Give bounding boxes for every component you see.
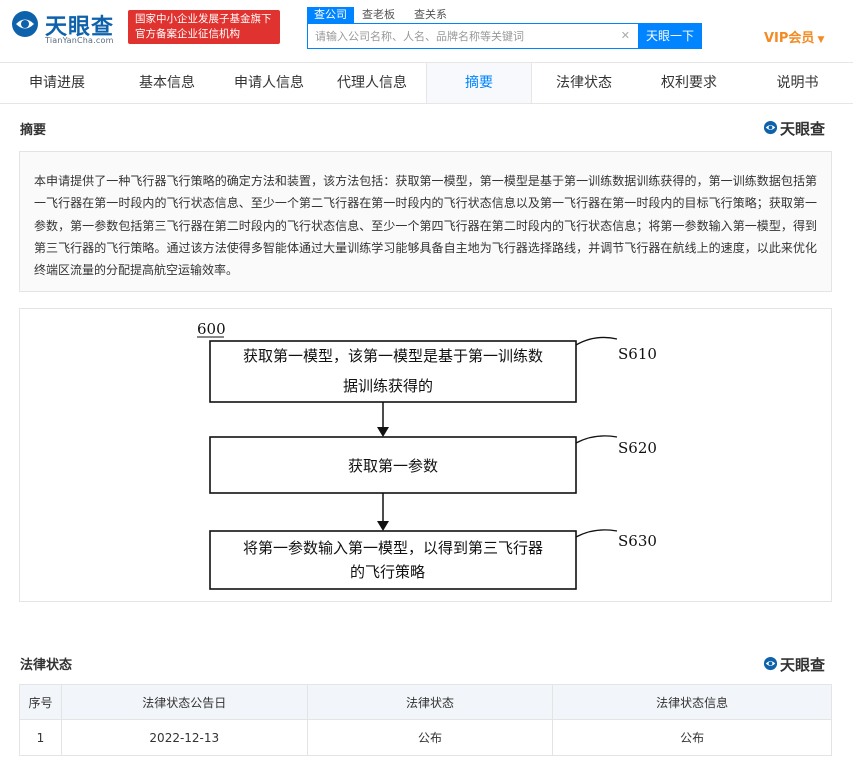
flow-arrowhead-2 <box>377 521 389 531</box>
abstract-text: 本申请提供了一种飞行器飞行策略的确定方法和装置，该方法包括：获取第一模型，第一模… <box>34 174 817 278</box>
watermark-text: 天眼查 <box>780 120 826 138</box>
badge-line-1: 国家中小企业发展子基金旗下 <box>135 13 272 25</box>
vip-member-menu[interactable]: VIP会员 ▼ <box>764 27 824 46</box>
flow-box-s610-line-1: 获取第一模型，该第一模型是基于第一训练数 <box>243 347 543 365</box>
figure-number: 600 <box>197 320 226 338</box>
abstract-box: 本申请提供了一种飞行器飞行策略的确定方法和装置，该方法包括：获取第一模型，第一模… <box>19 151 832 292</box>
leader-line-s610 <box>575 336 618 346</box>
site-logo[interactable]: 天眼查 TianYanCha.com <box>10 7 122 47</box>
official-badge: 国家中小企业发展子基金旗下 官方备案企业征信机构 <box>128 10 280 44</box>
vip-label: VIP会员 <box>764 31 815 46</box>
step-label-s610: S610 <box>618 345 657 363</box>
cell-status: 公布 <box>306 719 554 756</box>
tianyancha-logo-icon <box>763 656 778 671</box>
cell-announce-date: 2022-12-13 <box>60 719 308 756</box>
detail-nav: 申请进展 基本信息 申请人信息 代理人信息 摘要 法律状态 权利要求 说明书 <box>0 62 853 104</box>
search-tab-relation[interactable]: 查关系 <box>414 7 447 23</box>
cell-status-info: 公布 <box>552 719 832 756</box>
logo-eye-icon <box>12 11 38 37</box>
legal-section-title: 法律状态 <box>20 658 73 673</box>
legal-status-table: 序号 法律状态公告日 法律状态 法律状态信息 1 2022-12-13 公布 公… <box>19 684 832 756</box>
tab-applicant-info[interactable]: 申请人信息 <box>220 63 318 103</box>
badge-line-2: 官方备案企业征信机构 <box>135 28 240 40</box>
tab-legal-status[interactable]: 法律状态 <box>532 63 636 103</box>
abstract-watermark: 天眼查 <box>763 118 833 138</box>
flow-box-s630-line-2: 的飞行策略 <box>350 563 425 581</box>
column-header-status-info: 法律状态信息 <box>552 684 832 720</box>
step-label-s620: S620 <box>618 439 657 457</box>
flow-box-s610-line-2: 据训练获得的 <box>343 377 433 395</box>
tab-basic-info[interactable]: 基本信息 <box>114 63 220 103</box>
search-tab-boss[interactable]: 查老板 <box>362 7 395 23</box>
tianyancha-logo-icon <box>763 120 778 135</box>
legal-watermark: 天眼查 <box>763 654 833 674</box>
column-header-index: 序号 <box>19 684 62 720</box>
search-button[interactable]: 天眼一下 <box>638 23 702 49</box>
flow-arrowhead-1 <box>377 427 389 437</box>
clear-icon[interactable]: ✕ <box>621 29 630 42</box>
abstract-section-title: 摘要 <box>20 123 47 138</box>
flow-box-s620-line-1: 获取第一参数 <box>348 457 438 475</box>
tab-description[interactable]: 说明书 <box>742 63 853 103</box>
step-label-s630: S630 <box>618 532 657 550</box>
tab-abstract[interactable]: 摘要 <box>426 63 532 103</box>
cell-index: 1 <box>19 719 62 756</box>
flow-box-s630-line-1: 将第一参数输入第一模型，以得到第三飞行器 <box>243 539 543 557</box>
column-header-status: 法律状态 <box>306 684 554 720</box>
flowchart-diagram: 600 获取第一模型，该第一模型是基于第一训练数 据训练获得的 S610 获取第… <box>197 320 657 590</box>
tab-claims[interactable]: 权利要求 <box>636 63 742 103</box>
column-header-announce-date: 法律状态公告日 <box>60 684 308 720</box>
watermark-text: 天眼查 <box>780 656 826 674</box>
tab-agent-info[interactable]: 代理人信息 <box>318 63 426 103</box>
logo-domain: TianYanCha.com <box>45 36 114 45</box>
leader-line-s620 <box>575 435 618 444</box>
table-row: 1 2022-12-13 公布 公布 <box>19 719 832 756</box>
tab-application-progress[interactable]: 申请进展 <box>0 63 114 103</box>
abstract-figure: 600 获取第一模型，该第一模型是基于第一训练数 据训练获得的 S610 获取第… <box>19 308 832 602</box>
leader-line-s630 <box>575 529 618 538</box>
search-box: ✕ <box>307 23 639 49</box>
search-input[interactable] <box>308 24 608 48</box>
chevron-down-icon: ▼ <box>817 35 825 45</box>
top-header: 天眼查 TianYanCha.com 国家中小企业发展子基金旗下 官方备案企业征… <box>0 0 853 62</box>
table-header-row: 序号 法律状态公告日 法律状态 法律状态信息 <box>19 684 832 720</box>
search-tab-company[interactable]: 查公司 <box>307 7 354 23</box>
